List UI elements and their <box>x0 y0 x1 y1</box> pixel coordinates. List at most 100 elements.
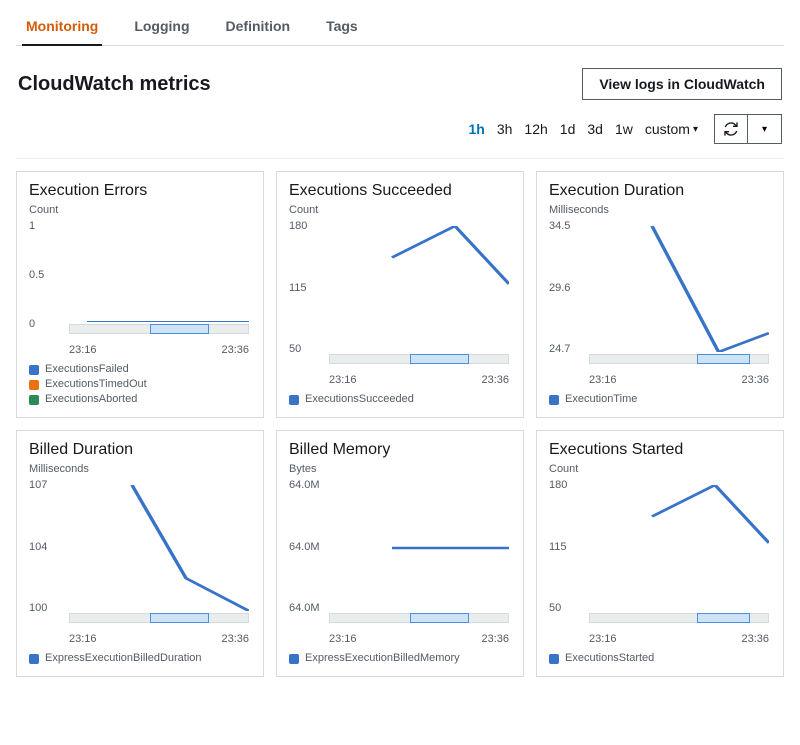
time-scrubber[interactable] <box>329 354 509 364</box>
page-title: CloudWatch metrics <box>18 73 211 96</box>
refresh-icon <box>723 121 739 137</box>
y-tick: 64.0M <box>289 479 320 491</box>
y-tick: 34.5 <box>549 220 570 232</box>
x-tick-end: 23:36 <box>481 633 509 645</box>
tab-monitoring[interactable]: Monitoring <box>22 8 102 46</box>
y-tick: 24.7 <box>549 343 570 355</box>
legend-item[interactable]: ExpressExecutionBilledMemory <box>289 651 511 666</box>
legend-swatch <box>29 365 39 375</box>
card-title: Executions Succeeded <box>289 182 511 200</box>
legend-item[interactable]: ExecutionTime <box>549 392 771 407</box>
scrubber-handle[interactable] <box>410 354 469 364</box>
metric-card: Execution DurationMilliseconds34.529.624… <box>536 171 784 418</box>
card-title: Billed Duration <box>29 441 251 459</box>
x-tick-start: 23:16 <box>589 633 617 645</box>
legend-label: ExpressExecutionBilledDuration <box>45 651 202 666</box>
metric-card: Billed MemoryBytes64.0M64.0M64.0M23:1623… <box>276 430 524 677</box>
time-scrubber[interactable] <box>329 613 509 623</box>
chart-plot <box>329 226 509 352</box>
chart-plot <box>589 226 769 352</box>
legend-swatch <box>29 380 39 390</box>
range-1w[interactable]: 1w <box>615 121 633 137</box>
tabs: Monitoring Logging Definition Tags <box>16 8 784 46</box>
card-title: Billed Memory <box>289 441 511 459</box>
y-tick: 180 <box>549 479 567 491</box>
range-12h[interactable]: 12h <box>524 121 547 137</box>
range-1h[interactable]: 1h <box>469 121 485 137</box>
scrubber-handle[interactable] <box>150 613 209 623</box>
range-1d[interactable]: 1d <box>560 121 576 137</box>
tab-definition[interactable]: Definition <box>222 8 295 45</box>
y-tick: 180 <box>289 220 307 232</box>
view-logs-button[interactable]: View logs in CloudWatch <box>582 68 782 100</box>
legend-item[interactable]: ExecutionsStarted <box>549 651 771 666</box>
y-tick: 0 <box>29 318 35 330</box>
time-scrubber[interactable] <box>69 324 249 334</box>
time-scrubber[interactable] <box>589 613 769 623</box>
x-tick-end: 23:36 <box>221 344 249 356</box>
legend-label: ExecutionsStarted <box>565 651 654 666</box>
y-tick: 29.6 <box>549 282 570 294</box>
refresh-button-group: ▾ <box>714 114 782 144</box>
x-tick-start: 23:16 <box>69 633 97 645</box>
scrubber-handle[interactable] <box>150 324 209 334</box>
y-tick: 0.5 <box>29 269 44 281</box>
tab-logging[interactable]: Logging <box>130 8 193 45</box>
scrubber-handle[interactable] <box>697 354 750 364</box>
card-unit: Milliseconds <box>549 204 771 216</box>
x-ticks: 23:16 23:36 <box>329 633 509 645</box>
range-3h[interactable]: 3h <box>497 121 513 137</box>
x-tick-start: 23:16 <box>329 633 357 645</box>
y-tick: 64.0M <box>289 541 320 553</box>
x-tick-start: 23:16 <box>329 374 357 386</box>
range-custom-label: custom <box>645 121 690 137</box>
refresh-dropdown-button[interactable]: ▾ <box>748 114 782 144</box>
legend-label: ExpressExecutionBilledMemory <box>305 651 460 666</box>
metric-card: Executions SucceededCount1801155023:1623… <box>276 171 524 418</box>
chart-plot <box>329 485 509 611</box>
legend-label: ExecutionsTimedOut <box>45 377 147 392</box>
chart-area: 18011550 <box>549 481 771 631</box>
legend-item[interactable]: ExecutionsAborted <box>29 392 251 407</box>
x-tick-end: 23:36 <box>481 374 509 386</box>
legend-item[interactable]: ExpressExecutionBilledDuration <box>29 651 251 666</box>
time-scrubber[interactable] <box>69 613 249 623</box>
legend-item[interactable]: ExecutionsSucceeded <box>289 392 511 407</box>
divider <box>16 158 784 159</box>
time-range-row: 1h 3h 12h 1d 3d 1w custom ▾ ▾ <box>16 108 784 158</box>
legend: ExpressExecutionBilledDuration <box>29 651 251 666</box>
scrubber-handle[interactable] <box>697 613 750 623</box>
y-tick: 50 <box>289 343 301 355</box>
legend-swatch <box>29 395 39 405</box>
legend-item[interactable]: ExecutionsTimedOut <box>29 377 251 392</box>
chart-plot <box>589 485 769 611</box>
range-3d[interactable]: 3d <box>587 121 603 137</box>
legend-swatch <box>29 654 39 664</box>
card-unit: Count <box>289 204 511 216</box>
scrubber-handle[interactable] <box>410 613 469 623</box>
caret-down-icon: ▾ <box>762 124 767 135</box>
card-unit: Bytes <box>289 463 511 475</box>
legend-item[interactable]: ExecutionsFailed <box>29 362 251 377</box>
refresh-button[interactable] <box>714 114 748 144</box>
y-tick: 1 <box>29 220 35 232</box>
card-title: Executions Started <box>549 441 771 459</box>
legend: ExecutionTime <box>549 392 771 407</box>
legend-label: ExecutionsAborted <box>45 392 137 407</box>
range-custom[interactable]: custom ▾ <box>645 121 698 137</box>
x-ticks: 23:1623:36 <box>69 633 249 645</box>
legend: ExecutionsFailedExecutionsTimedOutExecut… <box>29 362 251 407</box>
legend-label: ExecutionsFailed <box>45 362 129 377</box>
legend: ExpressExecutionBilledMemory <box>289 651 511 666</box>
heading-row: CloudWatch metrics View logs in CloudWat… <box>16 46 784 108</box>
card-unit: Milliseconds <box>29 463 251 475</box>
chart-area: 34.5 29.6 24.7 <box>549 222 771 372</box>
card-unit: Count <box>29 204 251 216</box>
y-tick: 115 <box>549 541 567 553</box>
tab-tags[interactable]: Tags <box>322 8 362 45</box>
chart-area: 10.50 <box>29 222 251 342</box>
time-scrubber[interactable] <box>589 354 769 364</box>
x-tick-end: 23:36 <box>741 374 769 386</box>
caret-down-icon: ▾ <box>693 124 698 135</box>
x-tick-end: 23:36 <box>741 633 769 645</box>
